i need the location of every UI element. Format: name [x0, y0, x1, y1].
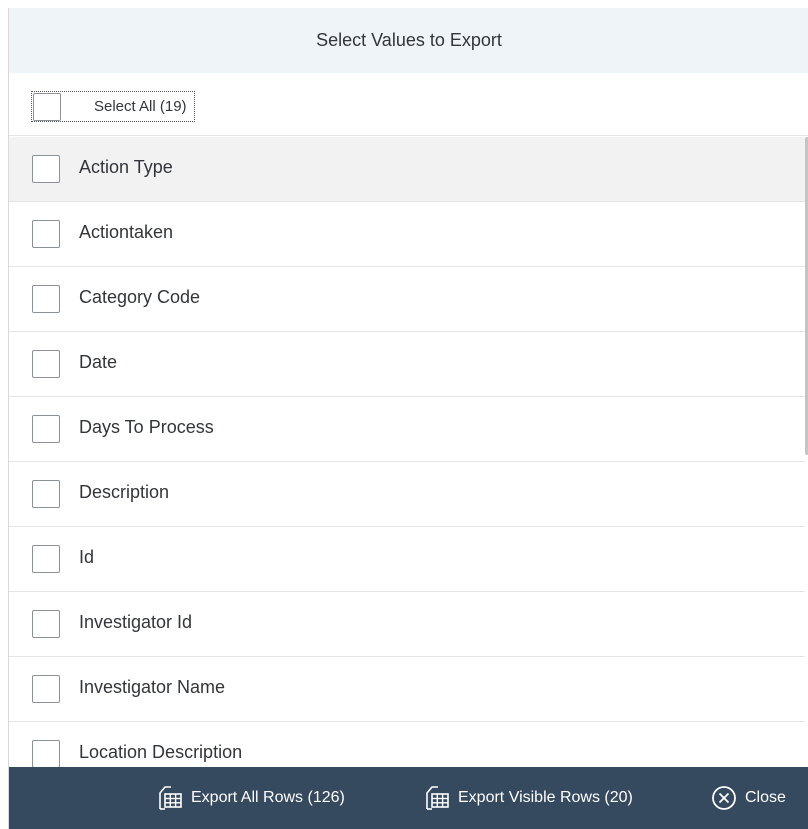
export-dialog: Select Values to Export Select All (19) …	[8, 8, 808, 829]
list-item-checkbox[interactable]	[32, 545, 60, 573]
circle-x-icon	[712, 786, 736, 810]
list-item-checkbox[interactable]	[32, 220, 60, 248]
close-label: Close	[745, 789, 786, 806]
export-all-rows-button[interactable]: Export All Rows (126)	[157, 767, 345, 829]
list-item-checkbox[interactable]	[32, 740, 60, 767]
values-list: Action Type Actiontaken Category Code Da…	[9, 137, 808, 767]
list-item-days-to-process[interactable]: Days To Process	[9, 397, 805, 462]
list-item-label: Actiontaken	[79, 222, 174, 242]
list-item-checkbox[interactable]	[32, 350, 60, 378]
list-item-date[interactable]: Date	[9, 332, 805, 397]
list-item-checkbox[interactable]	[32, 285, 60, 313]
list-item-label: Investigator Id	[79, 612, 193, 632]
dialog-footer: Export All Rows (126) Export Visible Row…	[9, 767, 808, 829]
list-item-category-code[interactable]: Category Code	[9, 267, 805, 332]
list-item-action-type[interactable]: Action Type	[9, 137, 805, 202]
list-item-checkbox[interactable]	[32, 155, 60, 183]
export-visible-rows-label: Export Visible Rows (20)	[458, 789, 633, 806]
values-list-items: Action Type Actiontaken Category Code Da…	[9, 137, 805, 767]
list-item-checkbox[interactable]	[32, 610, 60, 638]
list-item-label: Description	[79, 482, 170, 502]
select-all-label: Select All (19)	[94, 98, 187, 115]
export-all-rows-label: Export All Rows (126)	[191, 789, 345, 806]
list-item-label: Category Code	[79, 287, 201, 307]
list-item-investigator-name[interactable]: Investigator Name	[9, 657, 805, 722]
select-all-row: Select All (19)	[9, 73, 808, 136]
list-item-location-description[interactable]: Location Description	[9, 722, 805, 767]
table-export-icon	[159, 786, 182, 810]
close-button[interactable]: Close	[711, 767, 786, 829]
table-export-icon	[426, 786, 449, 810]
list-item-label: Action Type	[79, 157, 173, 177]
list-item-actiontaken[interactable]: Actiontaken	[9, 202, 805, 267]
dialog-title: Select Values to Export	[9, 8, 808, 73]
select-all-checkbox-box[interactable]	[33, 93, 61, 121]
list-item-label: Id	[79, 547, 95, 567]
select-all-checkbox[interactable]: Select All (19)	[31, 91, 195, 122]
list-item-checkbox[interactable]	[32, 675, 60, 703]
list-item-checkbox[interactable]	[32, 480, 60, 508]
list-item-checkbox[interactable]	[32, 415, 60, 443]
list-item-id[interactable]: Id	[9, 527, 805, 592]
list-item-label: Days To Process	[79, 417, 214, 437]
list-item-investigator-id[interactable]: Investigator Id	[9, 592, 805, 657]
list-item-label: Investigator Name	[79, 677, 226, 697]
list-item-label: Location Description	[79, 742, 243, 762]
list-item-description[interactable]: Description	[9, 462, 805, 527]
list-item-label: Date	[79, 352, 118, 372]
export-visible-rows-button[interactable]: Export Visible Rows (20)	[424, 767, 633, 829]
